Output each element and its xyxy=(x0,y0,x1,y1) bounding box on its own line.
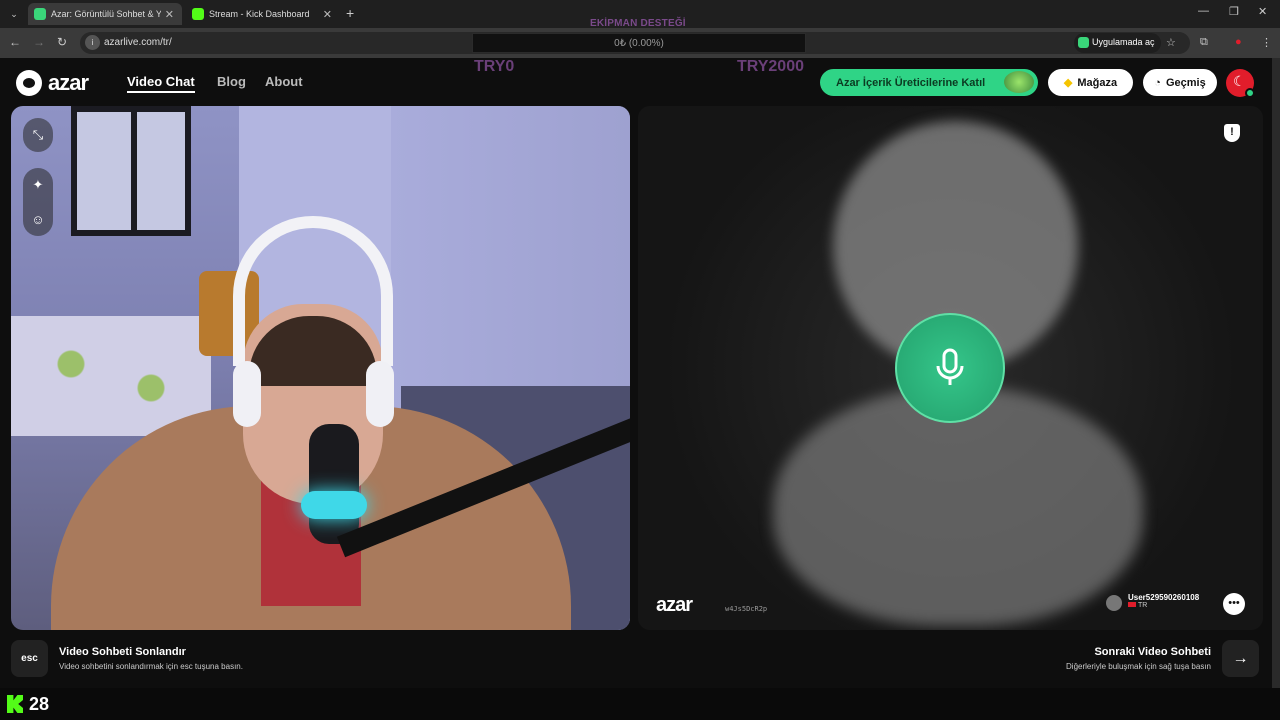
tab-title: Stream - Kick Dashboard xyxy=(209,9,310,19)
donation-title: EKİPMAN DESTEĞİ xyxy=(590,18,686,29)
peer-username: User529590260108 xyxy=(1128,593,1200,602)
gem-icon: ◆ xyxy=(1063,77,1073,89)
creator-badge-icon xyxy=(1004,71,1034,93)
local-video: ⤡ ✦ ☺ xyxy=(11,106,630,630)
history-button[interactable]: ◔ Geçmiş xyxy=(1143,69,1217,96)
creator-join-button[interactable]: Azar İçerik Üreticilerine Katıl xyxy=(820,69,1038,96)
app-icon xyxy=(1078,37,1089,48)
avatar xyxy=(1106,595,1122,611)
sparkle-effects-icon[interactable]: ✦ xyxy=(23,168,53,202)
turkey-flag-icon[interactable] xyxy=(1226,69,1255,98)
goal-max: TRY2000 xyxy=(737,58,804,75)
open-in-app-button[interactable]: Uygulamada aç xyxy=(1074,33,1161,53)
tab-search-icon[interactable]: ⌄ xyxy=(4,4,24,24)
effects-group: ✦ ☺ xyxy=(23,168,53,236)
donation-progress-text: 0₺ (0.00%) xyxy=(614,38,664,49)
logo-text: azar xyxy=(48,70,89,95)
online-dot xyxy=(1245,88,1255,98)
close-window-icon[interactable]: ✕ xyxy=(1258,5,1267,18)
bookmark-star-icon[interactable]: ☆ xyxy=(1166,36,1176,49)
nav-video-chat[interactable]: Video Chat xyxy=(127,74,195,93)
headphones xyxy=(233,216,393,366)
headphone-cup xyxy=(233,361,261,427)
nav-about[interactable]: About xyxy=(265,74,303,89)
esc-button[interactable]: esc xyxy=(11,640,48,677)
azar-watermark: azar xyxy=(656,594,693,616)
arrow-right-icon: → xyxy=(1232,649,1249,667)
microphone xyxy=(309,424,359,544)
minimize-icon[interactable]: — xyxy=(1198,5,1209,17)
face-filter-icon[interactable]: ☺ xyxy=(23,202,53,236)
azar-logo[interactable]: azar xyxy=(16,70,89,96)
next-chat-title: Sonraki Video Sohbeti xyxy=(1094,646,1211,658)
microphone-button[interactable] xyxy=(895,313,1005,423)
creator-join-label: Azar İçerik Üreticilerine Katıl xyxy=(836,76,986,89)
peer-country-code: TR xyxy=(1138,602,1148,609)
kick-favicon-icon xyxy=(192,8,204,20)
azar-logo-icon xyxy=(16,70,42,96)
chat-bubble-icon[interactable]: ••• xyxy=(1223,593,1245,615)
tab-azar[interactable]: Azar: Görüntülü Sohbet & Y ✕ xyxy=(28,3,182,25)
nav-blog[interactable]: Blog xyxy=(217,74,246,89)
kick-logo-icon xyxy=(7,695,23,713)
turkey-flag-small-icon xyxy=(1128,602,1136,607)
headphone-cup xyxy=(366,361,394,427)
report-icon[interactable]: ! xyxy=(1224,124,1240,142)
microphone-icon xyxy=(936,348,964,385)
next-chat-description: Diğerleriyle buluşmak için sağ tuşa bası… xyxy=(1066,662,1211,671)
close-tab-icon[interactable]: ✕ xyxy=(165,8,174,21)
close-tab-icon[interactable]: ✕ xyxy=(323,8,332,21)
forward-icon[interactable]: → xyxy=(33,35,45,49)
remote-video: ! azar w4Js5DcR2p User529590260108 TR ••… xyxy=(638,106,1263,630)
site-info-icon[interactable]: i xyxy=(85,35,100,50)
azar-favicon-icon xyxy=(34,8,46,20)
donation-progress-bar: 0₺ (0.00%) xyxy=(472,33,806,53)
watermark-id: w4Js5DcR2p xyxy=(725,605,768,613)
goal-min: TRY0 xyxy=(474,58,515,75)
end-chat-title: Video Sohbeti Sonlandır xyxy=(59,646,186,658)
history-label: Geçmiş xyxy=(1165,76,1206,89)
minimize-video-group: ⤡ xyxy=(23,118,53,152)
viewer-count: 28 xyxy=(29,694,50,714)
extensions-icon[interactable]: ⧉ xyxy=(1200,36,1208,49)
azar-page: azar Video Chat Blog About Azar İçerik Ü… xyxy=(0,58,1272,688)
clock-icon: ◔ xyxy=(1154,76,1161,89)
peer-country: TR xyxy=(1128,602,1199,609)
microphone-light xyxy=(301,491,367,519)
kick-viewer-overlay: 28 xyxy=(0,688,1280,720)
tab-title: Azar: Görüntülü Sohbet & Y xyxy=(51,9,161,19)
store-label: Mağaza xyxy=(1077,76,1118,89)
open-in-app-label: Uygulamada aç xyxy=(1092,37,1155,47)
store-button[interactable]: ◆ Mağaza xyxy=(1048,69,1133,96)
end-chat-description: Video sohbetini sonlandırmak için esc tu… xyxy=(59,662,243,671)
new-tab-icon[interactable]: + xyxy=(346,5,354,21)
profile-icon[interactable]: ● xyxy=(1235,36,1242,48)
minimize-video-icon[interactable]: ⤡ xyxy=(23,118,53,152)
url-text: azarlive.com/tr/ xyxy=(104,37,172,48)
next-chat-button[interactable]: → xyxy=(1222,640,1259,677)
window xyxy=(71,106,191,236)
maximize-icon[interactable]: ❐ xyxy=(1229,5,1239,18)
back-icon[interactable]: ← xyxy=(9,35,21,49)
peer-info[interactable]: User529590260108 TR xyxy=(1106,593,1199,611)
reload-icon[interactable]: ↻ xyxy=(57,35,67,49)
page-scrollbar[interactable] xyxy=(1272,58,1280,688)
tab-kick[interactable]: Stream - Kick Dashboard ✕ xyxy=(186,3,340,25)
browser-menu-icon[interactable]: ⋮ xyxy=(1261,36,1272,49)
